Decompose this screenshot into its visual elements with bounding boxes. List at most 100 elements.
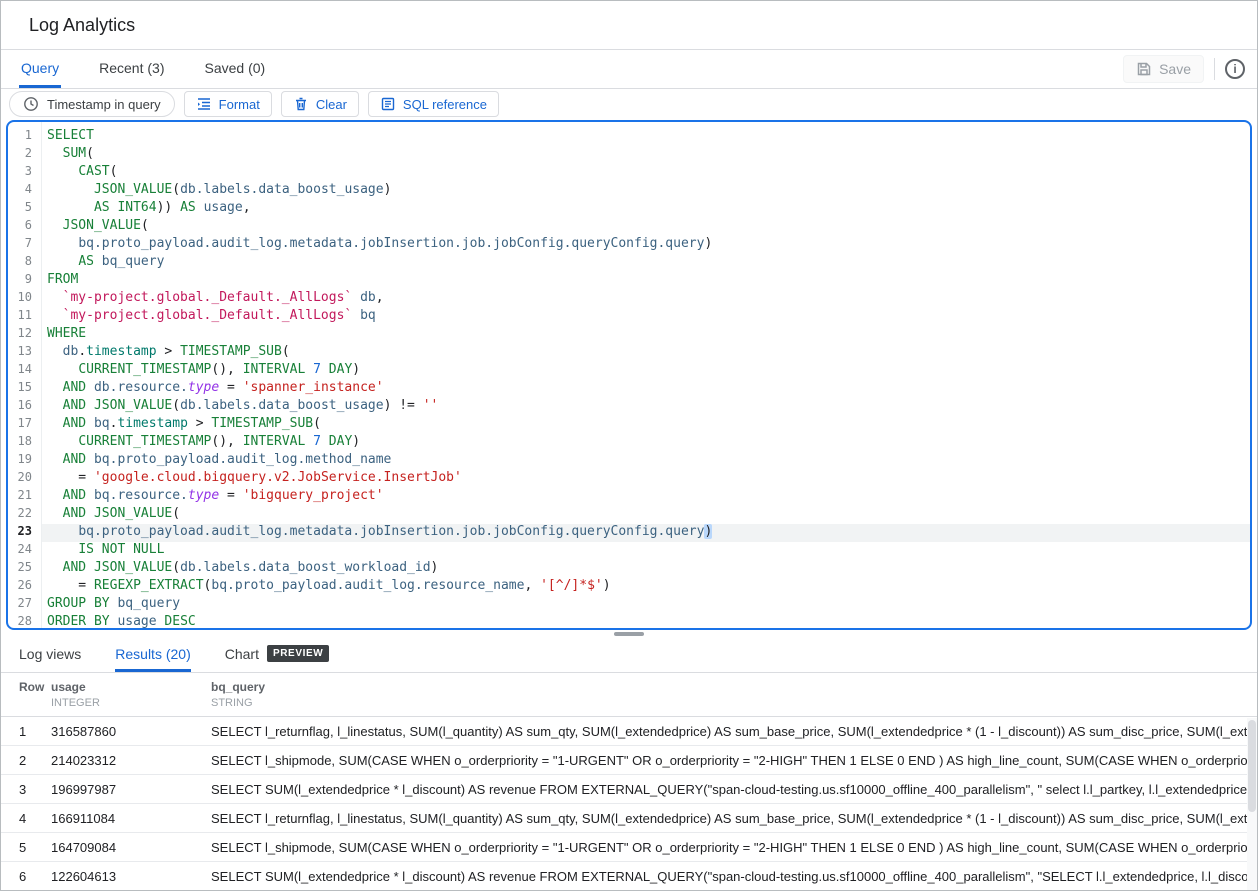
table-cell: 196997987 bbox=[51, 782, 211, 797]
table-cell: 316587860 bbox=[51, 724, 211, 739]
column-name: Row bbox=[19, 680, 51, 694]
save-button[interactable]: Save bbox=[1123, 55, 1204, 83]
table-cell: 2 bbox=[1, 753, 51, 768]
code-line[interactable]: AND JSON_VALUE(db.labels.data_boost_usag… bbox=[42, 398, 1250, 416]
table-cell: SELECT l_returnflag, l_linestatus, SUM(l… bbox=[211, 811, 1257, 826]
results-table-header: Row usage INTEGER bq_query STRING bbox=[1, 673, 1257, 717]
table-cell: SELECT l_shipmode, SUM(CASE WHEN o_order… bbox=[211, 753, 1257, 768]
code-line[interactable]: SUM( bbox=[42, 146, 1250, 164]
column-header-row[interactable]: Row bbox=[1, 673, 51, 716]
tab-saved[interactable]: Saved (0) bbox=[202, 50, 267, 88]
results-scrollbar[interactable] bbox=[1247, 718, 1257, 890]
editor-gutter: 1234567891011121314151617181920212223242… bbox=[8, 122, 42, 628]
results-table-rows: 1316587860SELECT l_returnflag, l_linesta… bbox=[1, 717, 1257, 890]
sql-reference-icon bbox=[380, 96, 396, 112]
column-header-bq-query[interactable]: bq_query STRING bbox=[211, 673, 1257, 716]
table-row[interactable]: 2214023312SELECT l_shipmode, SUM(CASE WH… bbox=[1, 746, 1257, 775]
code-line[interactable]: = 'google.cloud.bigquery.v2.JobService.I… bbox=[42, 470, 1250, 488]
sql-reference-button-label: SQL reference bbox=[403, 97, 487, 112]
timestamp-chip-label: Timestamp in query bbox=[47, 97, 161, 112]
sql-editor[interactable]: 1234567891011121314151617181920212223242… bbox=[6, 120, 1252, 630]
tab-chart-label: Chart bbox=[225, 646, 259, 662]
log-analytics-page: Log Analytics Query Recent (3) Saved (0)… bbox=[0, 0, 1258, 891]
app-header: Log Analytics bbox=[1, 1, 1257, 50]
code-line[interactable]: = REGEXP_EXTRACT(bq.proto_payload.audit_… bbox=[42, 578, 1250, 596]
column-name: bq_query bbox=[211, 680, 1257, 694]
format-button[interactable]: Format bbox=[184, 91, 272, 117]
code-line[interactable]: CAST( bbox=[42, 164, 1250, 182]
format-button-label: Format bbox=[219, 97, 260, 112]
table-cell: 3 bbox=[1, 782, 51, 797]
code-line[interactable]: SELECT bbox=[42, 128, 1250, 146]
table-row[interactable]: 3196997987SELECT SUM(l_extendedprice * l… bbox=[1, 775, 1257, 804]
tab-query[interactable]: Query bbox=[19, 50, 61, 88]
table-cell: 6 bbox=[1, 869, 51, 884]
code-line[interactable]: ORDER BY usage DESC bbox=[42, 614, 1250, 628]
table-cell: SELECT l_shipmode, SUM(CASE WHEN o_order… bbox=[211, 840, 1257, 855]
tab-recent[interactable]: Recent (3) bbox=[97, 50, 166, 88]
clear-button-label: Clear bbox=[316, 97, 347, 112]
query-tabbar: Query Recent (3) Saved (0) Save i bbox=[1, 50, 1257, 89]
code-line[interactable]: AS INT64)) AS usage, bbox=[42, 200, 1250, 218]
save-button-label: Save bbox=[1159, 61, 1191, 77]
tab-chart[interactable]: Chart PREVIEW bbox=[225, 638, 330, 672]
query-tabs: Query Recent (3) Saved (0) bbox=[19, 50, 267, 88]
table-cell: 214023312 bbox=[51, 753, 211, 768]
code-line[interactable]: `my-project.global._Default._AllLogs` bq bbox=[42, 308, 1250, 326]
table-cell: 4 bbox=[1, 811, 51, 826]
table-cell: SELECT SUM(l_extendedprice * l_discount)… bbox=[211, 869, 1257, 884]
column-header-usage[interactable]: usage INTEGER bbox=[51, 673, 211, 716]
code-line[interactable]: AND db.resource.type = 'spanner_instance… bbox=[42, 380, 1250, 398]
tab-log-views[interactable]: Log views bbox=[19, 638, 81, 672]
trash-icon bbox=[293, 96, 309, 112]
divider bbox=[1214, 58, 1215, 80]
code-line[interactable]: WHERE bbox=[42, 326, 1250, 344]
code-line[interactable]: `my-project.global._Default._AllLogs` db… bbox=[42, 290, 1250, 308]
table-cell: 1 bbox=[1, 724, 51, 739]
code-line[interactable]: bq.proto_payload.audit_log.metadata.jobI… bbox=[42, 236, 1250, 254]
table-cell: SELECT l_returnflag, l_linestatus, SUM(l… bbox=[211, 724, 1257, 739]
tabbar-actions: Save i bbox=[1123, 50, 1247, 88]
results-tabbar: Log views Results (20) Chart PREVIEW bbox=[1, 638, 1257, 672]
clear-button[interactable]: Clear bbox=[281, 91, 359, 117]
sql-reference-button[interactable]: SQL reference bbox=[368, 91, 499, 117]
code-line[interactable]: AS bq_query bbox=[42, 254, 1250, 272]
code-line[interactable]: bq.proto_payload.audit_log.metadata.jobI… bbox=[42, 524, 1250, 542]
code-line[interactable]: CURRENT_TIMESTAMP(), INTERVAL 7 DAY) bbox=[42, 362, 1250, 380]
code-line[interactable]: JSON_VALUE( bbox=[42, 218, 1250, 236]
table-cell: 164709084 bbox=[51, 840, 211, 855]
column-type: INTEGER bbox=[51, 697, 211, 709]
results-scrollbar-thumb[interactable] bbox=[1248, 720, 1256, 812]
column-type: STRING bbox=[211, 697, 1257, 709]
code-line[interactable]: AND JSON_VALUE(db.labels.data_boost_work… bbox=[42, 560, 1250, 578]
table-cell: 122604613 bbox=[51, 869, 211, 884]
info-icon[interactable]: i bbox=[1225, 59, 1245, 79]
code-line[interactable]: AND bq.proto_payload.audit_log.method_na… bbox=[42, 452, 1250, 470]
format-icon bbox=[196, 96, 212, 112]
code-line[interactable]: CURRENT_TIMESTAMP(), INTERVAL 7 DAY) bbox=[42, 434, 1250, 452]
code-line[interactable]: FROM bbox=[42, 272, 1250, 290]
query-toolbar: Timestamp in query Format Clear bbox=[1, 89, 1257, 119]
results-table: Row usage INTEGER bq_query STRING 131658… bbox=[1, 672, 1257, 890]
page-title: Log Analytics bbox=[29, 15, 135, 36]
code-line[interactable]: GROUP BY bq_query bbox=[42, 596, 1250, 614]
table-cell: 5 bbox=[1, 840, 51, 855]
editor-code[interactable]: SELECT SUM( CAST( JSON_VALUE(db.labels.d… bbox=[42, 122, 1250, 628]
table-row[interactable]: 1316587860SELECT l_returnflag, l_linesta… bbox=[1, 717, 1257, 746]
editor-resize-handle[interactable] bbox=[614, 632, 644, 636]
code-line[interactable]: IS NOT NULL bbox=[42, 542, 1250, 560]
preview-badge: PREVIEW bbox=[267, 645, 329, 662]
code-line[interactable]: AND JSON_VALUE( bbox=[42, 506, 1250, 524]
table-row[interactable]: 6122604613SELECT SUM(l_extendedprice * l… bbox=[1, 862, 1257, 890]
tab-results[interactable]: Results (20) bbox=[115, 638, 190, 672]
save-icon bbox=[1136, 61, 1152, 77]
table-cell: 166911084 bbox=[51, 811, 211, 826]
clock-icon bbox=[23, 96, 39, 112]
timestamp-in-query-chip[interactable]: Timestamp in query bbox=[9, 91, 175, 117]
code-line[interactable]: AND bq.resource.type = 'bigquery_project… bbox=[42, 488, 1250, 506]
table-row[interactable]: 5164709084SELECT l_shipmode, SUM(CASE WH… bbox=[1, 833, 1257, 862]
code-line[interactable]: AND bq.timestamp > TIMESTAMP_SUB( bbox=[42, 416, 1250, 434]
code-line[interactable]: db.timestamp > TIMESTAMP_SUB( bbox=[42, 344, 1250, 362]
code-line[interactable]: JSON_VALUE(db.labels.data_boost_usage) bbox=[42, 182, 1250, 200]
table-row[interactable]: 4166911084SELECT l_returnflag, l_linesta… bbox=[1, 804, 1257, 833]
